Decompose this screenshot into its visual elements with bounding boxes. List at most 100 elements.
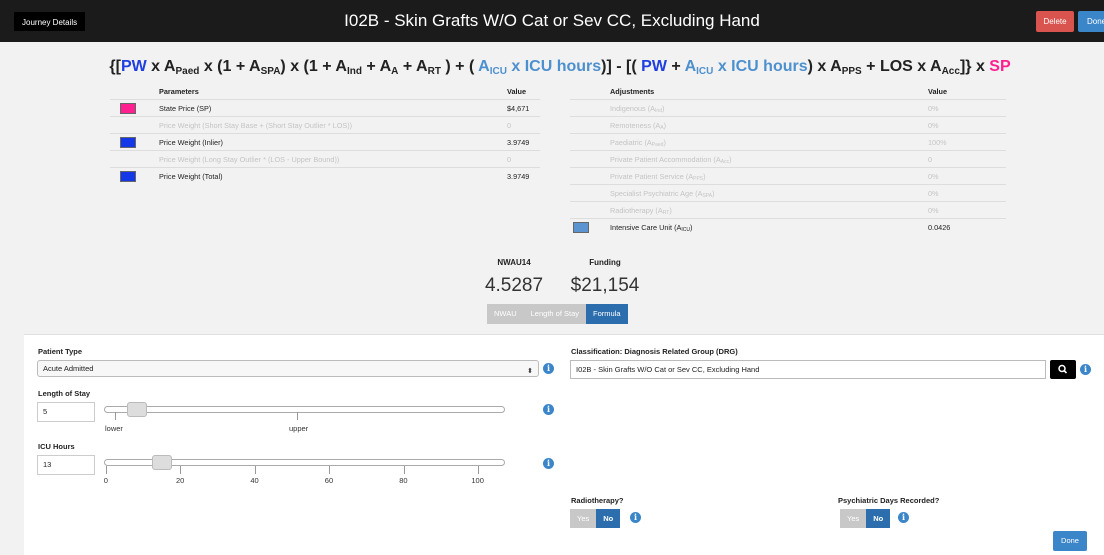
parameters-header: Parameters xyxy=(159,87,199,96)
row-label-text: ) xyxy=(703,172,706,181)
table-row: Indigenous (AInd) 0% xyxy=(570,99,1006,116)
formula-icu: AICU x ICU hours xyxy=(684,58,808,77)
row-value: 3.9749 xyxy=(507,172,530,181)
row-label-text: Indigenous (A xyxy=(610,104,656,113)
done-button-top[interactable]: Done xyxy=(1078,11,1104,32)
icu-scale-label: 60 xyxy=(324,476,334,485)
row-value: 0% xyxy=(928,172,939,181)
tab-nwau[interactable]: NWAU xyxy=(487,304,524,324)
funding-value: $21,154 xyxy=(570,275,640,296)
search-icon xyxy=(1058,364,1068,374)
lower-bound-label: lower xyxy=(105,424,123,433)
row-value: 0 xyxy=(507,121,512,130)
formula-text: x A xyxy=(146,58,176,75)
funding-label: Funding xyxy=(589,258,621,267)
drg-input[interactable]: I02B - Skin Grafts W/O Cat or Sev CC, Ex… xyxy=(570,360,1046,379)
info-icon[interactable]: i xyxy=(543,363,554,374)
table-row: Remoteness (AA) 0% xyxy=(570,116,1006,133)
icu-scale-tick xyxy=(478,466,479,474)
row-value: $4,671 xyxy=(507,104,530,113)
color-swatch xyxy=(120,103,136,114)
row-label: Specialist Psychiatric Age (ASPA) xyxy=(610,189,715,199)
row-label-text: ) xyxy=(729,155,732,164)
adjustments-table: Adjustments Value Indigenous (AInd) 0% R… xyxy=(570,87,1006,247)
row-value: 0% xyxy=(928,104,939,113)
formula-sub: RT xyxy=(427,66,441,77)
formula-pw: PW xyxy=(120,58,147,75)
info-icon[interactable]: i xyxy=(898,512,909,523)
psychiatric-yes-button[interactable]: Yes xyxy=(840,509,867,528)
nwau-label: NWAU14 xyxy=(497,258,531,267)
info-icon[interactable]: i xyxy=(1080,364,1091,375)
tab-formula[interactable]: Formula xyxy=(586,304,628,324)
row-value: 0% xyxy=(928,121,939,130)
table-row: Private Patient Accommodation (AAcc) 0 xyxy=(570,150,1006,167)
table-row: Price Weight (Long Stay Outlier * (LOS -… xyxy=(110,150,540,167)
row-label: Paediatric (APaed) xyxy=(610,138,666,148)
row-label-sub: Paed xyxy=(651,142,664,148)
formula-sub: ICU xyxy=(489,66,507,77)
row-label-text: ) xyxy=(663,138,666,147)
funding-summary: Funding $21,154 xyxy=(555,258,655,297)
info-icon[interactable]: i xyxy=(543,404,554,415)
formula-sub: PPS xyxy=(841,66,862,77)
drg-search-button[interactable] xyxy=(1050,360,1076,379)
delete-button[interactable]: Delete xyxy=(1036,11,1074,32)
row-label-text: Specialist Psychiatric Age (A xyxy=(610,189,703,198)
journey-details-button[interactable]: Journey Details xyxy=(14,12,86,31)
row-label: Price Weight (Inlier) xyxy=(159,138,223,147)
icu-scale-label: 0 xyxy=(103,476,108,485)
row-label: Price Weight (Long Stay Outlier * (LOS -… xyxy=(159,155,340,164)
psychiatric-days-label: Psychiatric Days Recorded? xyxy=(838,496,940,505)
table-row: Private Patient Service (APPS) 0% xyxy=(570,167,1006,184)
tab-length-of-stay[interactable]: Length of Stay xyxy=(523,304,587,324)
length-of-stay-input[interactable]: 5 xyxy=(37,402,95,422)
row-label-sub: PPS xyxy=(693,176,704,182)
formula-text: ]} x xyxy=(959,58,990,75)
patient-type-select[interactable]: Acute Admitted ⬍ xyxy=(37,360,539,377)
lower-bound-tick xyxy=(115,412,116,420)
length-of-stay-slider-track[interactable] xyxy=(104,406,505,413)
formula-text: + xyxy=(666,58,685,75)
formula-text: + LOS x A xyxy=(861,58,942,75)
length-of-stay-label: Length of Stay xyxy=(38,389,91,398)
done-button[interactable]: Done xyxy=(1053,531,1087,551)
formula-text: ) x (1 + A xyxy=(280,58,347,75)
nwau-value: 4.5287 xyxy=(484,275,544,296)
formula-text: )] - [( xyxy=(601,58,642,75)
psychiatric-no-button[interactable]: No xyxy=(866,509,891,528)
row-label: Remoteness (AA) xyxy=(610,121,666,131)
page-title: I02B - Skin Grafts W/O Cat or Sev CC, Ex… xyxy=(344,11,760,30)
formula-text: {[ xyxy=(109,58,121,75)
row-label: Private Patient Accommodation (AAcc) xyxy=(610,155,732,165)
formula-text: A xyxy=(684,58,697,75)
info-icon[interactable]: i xyxy=(543,458,554,469)
length-of-stay-slider-handle[interactable] xyxy=(127,402,147,417)
radiotherapy-no-button[interactable]: No xyxy=(596,509,621,528)
icu-scale-tick xyxy=(254,466,256,474)
table-row: Specialist Psychiatric Age (ASPA) 0% xyxy=(570,184,1006,201)
icu-hours-input[interactable]: 13 xyxy=(37,455,95,475)
icu-hours-label: ICU Hours xyxy=(38,442,75,451)
formula-text: x (1 + A xyxy=(199,58,261,75)
radiotherapy-yes-button[interactable]: Yes xyxy=(570,509,597,528)
formula-sp: SP xyxy=(989,58,1011,75)
row-value: 0% xyxy=(928,206,939,215)
row-label-sub: Ind xyxy=(655,108,662,114)
formula-text: x ICU hours xyxy=(506,58,602,75)
nwau-summary: NWAU14 4.5287 xyxy=(474,258,554,297)
row-label-text: ) xyxy=(712,189,715,198)
row-label-sub: SPA xyxy=(702,193,713,199)
adjustments-header: Adjustments xyxy=(610,87,655,96)
drg-label: Classification: Diagnosis Related Group … xyxy=(571,347,738,356)
row-label: Price Weight (Total) xyxy=(159,172,223,181)
table-row: State Price (SP) $4,671 xyxy=(110,99,540,116)
formula-pw: PW xyxy=(641,58,667,75)
icu-scale-tick xyxy=(106,466,107,474)
formula-text: ) x A xyxy=(807,58,842,75)
info-icon[interactable]: i xyxy=(630,512,641,523)
row-label: Indigenous (AInd) xyxy=(610,104,664,114)
icu-scale-tick xyxy=(329,466,331,474)
row-label-text: ) xyxy=(661,104,665,113)
icu-hours-slider-handle[interactable] xyxy=(152,455,173,470)
